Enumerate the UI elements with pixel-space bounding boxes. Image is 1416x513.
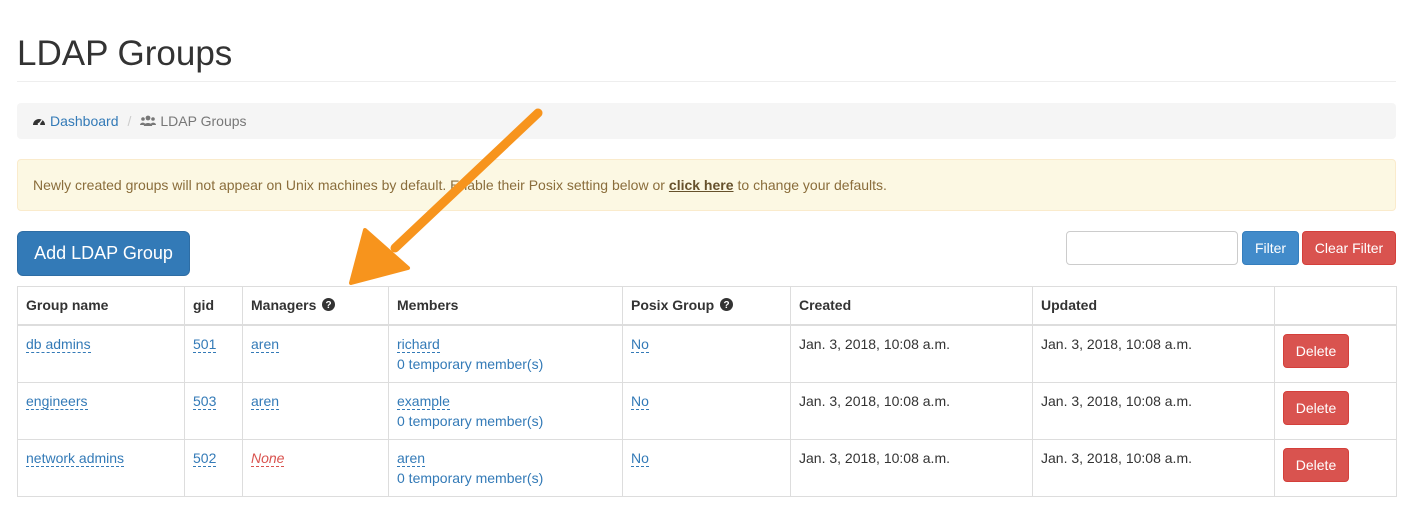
table-row: db admins 501 aren richard 0 temporary me… — [17, 324, 1397, 383]
clear-filter-button[interactable]: Clear Filter — [1302, 231, 1396, 265]
table-row: network admins 502 None aren 0 temporary … — [17, 439, 1397, 497]
svg-text:?: ? — [326, 300, 332, 311]
title-divider — [17, 81, 1396, 82]
question-circle-icon[interactable]: ? — [720, 296, 734, 316]
cell-updated: Jan. 3, 2018, 10:08 a.m. — [1032, 439, 1275, 497]
manager-link[interactable]: aren — [251, 336, 280, 353]
manager-link[interactable]: aren — [251, 393, 280, 410]
cell-group-name: network admins — [17, 439, 185, 497]
cell-managers: None — [242, 439, 389, 497]
header-posix-group[interactable]: Posix Group ? — [622, 286, 791, 326]
member-link[interactable]: richard — [397, 336, 440, 353]
table-row: engineers 503 aren example 0 temporary me… — [17, 382, 1397, 440]
delete-button[interactable]: Delete — [1283, 391, 1349, 425]
table-header-row: Group name gid Managers ? Members Posix … — [17, 286, 1397, 326]
header-actions — [1274, 286, 1397, 326]
alert-text-before: Newly created groups will not appear on … — [33, 177, 665, 193]
cell-created: Jan. 3, 2018, 10:08 a.m. — [790, 324, 1033, 383]
question-circle-icon[interactable]: ? — [322, 296, 336, 316]
users-icon — [140, 115, 157, 127]
ldap-groups-table: Group name gid Managers ? Members Posix … — [17, 286, 1397, 497]
svg-text:?: ? — [724, 300, 730, 311]
gid-link[interactable]: 502 — [193, 450, 217, 467]
alert-click-here-link[interactable]: click here — [669, 177, 734, 193]
temporary-members-link[interactable]: 0 temporary member(s) — [397, 470, 543, 486]
posix-toggle-link[interactable]: No — [631, 450, 649, 467]
posix-default-alert: Newly created groups will not appear on … — [17, 159, 1396, 211]
filter-button[interactable]: Filter — [1242, 231, 1299, 265]
cell-members: example 0 temporary member(s) — [388, 382, 623, 440]
temporary-members-link[interactable]: 0 temporary member(s) — [397, 356, 543, 372]
cell-gid: 502 — [184, 439, 243, 497]
cell-members: richard 0 temporary member(s) — [388, 324, 623, 383]
delete-button[interactable]: Delete — [1283, 448, 1349, 482]
cell-actions: Delete — [1274, 324, 1397, 383]
temporary-members-link[interactable]: 0 temporary member(s) — [397, 413, 543, 429]
cell-members: aren 0 temporary member(s) — [388, 439, 623, 497]
cell-group-name: engineers — [17, 382, 185, 440]
cell-created: Jan. 3, 2018, 10:08 a.m. — [790, 382, 1033, 440]
breadcrumb: Dashboard / LDAP Groups — [17, 103, 1396, 139]
cell-group-name: db admins — [17, 324, 185, 383]
header-updated[interactable]: Updated — [1032, 286, 1275, 326]
member-link[interactable]: example — [397, 393, 450, 410]
header-posix-label: Posix Group — [631, 297, 715, 313]
cell-updated: Jan. 3, 2018, 10:08 a.m. — [1032, 382, 1275, 440]
member-link[interactable]: aren — [397, 450, 426, 467]
gid-link[interactable]: 503 — [193, 393, 217, 410]
cell-updated: Jan. 3, 2018, 10:08 a.m. — [1032, 324, 1275, 383]
header-gid[interactable]: gid — [184, 286, 243, 326]
gid-link[interactable]: 501 — [193, 336, 217, 353]
delete-button[interactable]: Delete — [1283, 334, 1349, 368]
cell-posix: No — [622, 324, 791, 383]
alert-text-after: to change your defaults. — [737, 177, 887, 193]
header-group-name[interactable]: Group name — [17, 286, 185, 326]
dashboard-icon — [32, 115, 46, 127]
header-managers[interactable]: Managers ? — [242, 286, 389, 326]
page-title: LDAP Groups — [17, 34, 233, 73]
group-name-link[interactable]: db admins — [26, 336, 91, 353]
header-created[interactable]: Created — [790, 286, 1033, 326]
breadcrumb-dashboard-link[interactable]: Dashboard — [50, 113, 119, 129]
add-ldap-group-button[interactable]: Add LDAP Group — [17, 231, 190, 276]
cell-created: Jan. 3, 2018, 10:08 a.m. — [790, 439, 1033, 497]
manager-none-link[interactable]: None — [251, 450, 285, 467]
cell-gid: 501 — [184, 324, 243, 383]
breadcrumb-current: LDAP Groups — [160, 113, 247, 129]
header-members[interactable]: Members — [388, 286, 623, 326]
cell-actions: Delete — [1274, 439, 1397, 497]
posix-toggle-link[interactable]: No — [631, 336, 649, 353]
posix-toggle-link[interactable]: No — [631, 393, 649, 410]
cell-posix: No — [622, 382, 791, 440]
cell-gid: 503 — [184, 382, 243, 440]
cell-managers: aren — [242, 324, 389, 383]
filter-input[interactable] — [1066, 231, 1238, 265]
cell-actions: Delete — [1274, 382, 1397, 440]
group-name-link[interactable]: engineers — [26, 393, 88, 410]
cell-posix: No — [622, 439, 791, 497]
group-name-link[interactable]: network admins — [26, 450, 125, 467]
header-managers-label: Managers — [251, 297, 317, 313]
breadcrumb-separator: / — [127, 113, 132, 129]
cell-managers: aren — [242, 382, 389, 440]
